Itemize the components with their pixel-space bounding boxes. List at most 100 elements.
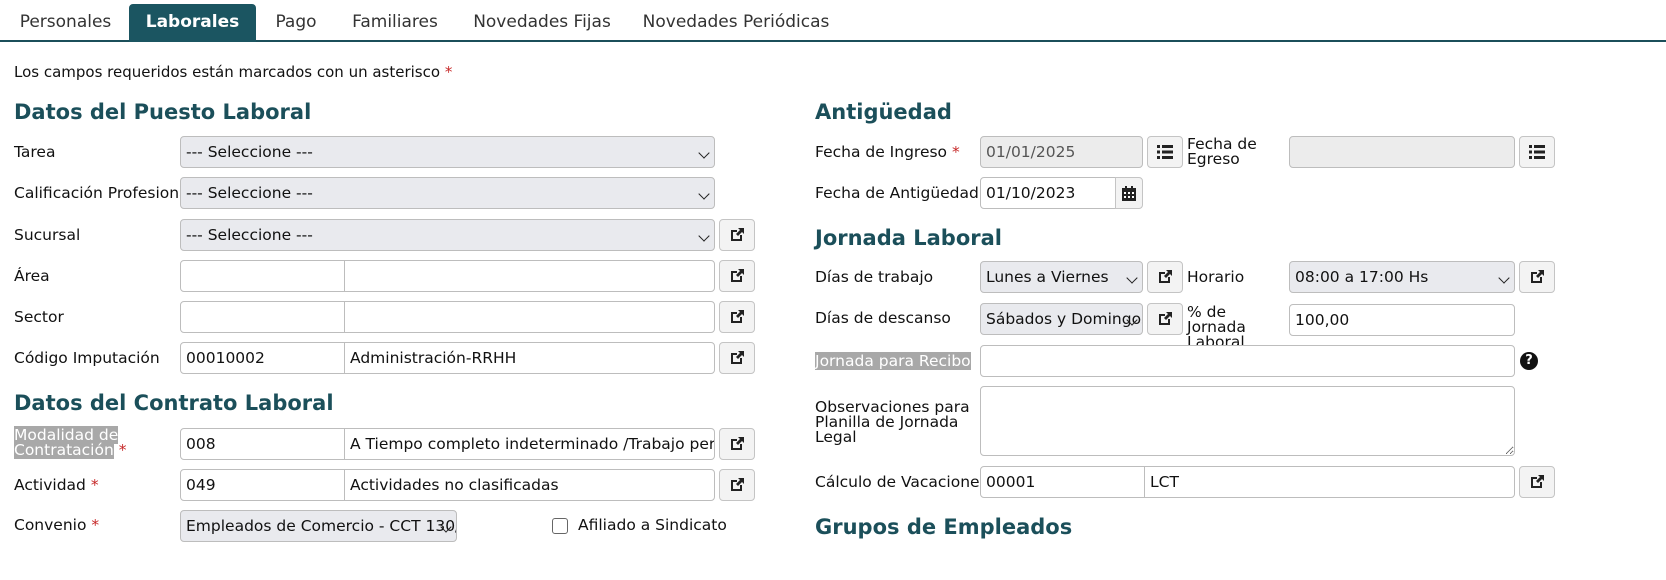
- external-link-icon: [731, 351, 744, 364]
- dias-trabajo-select-value: Lunes a Viernes: [986, 268, 1109, 286]
- tarea-label: Tarea: [14, 143, 56, 161]
- modalidad-label: Modalidad de Contratación *: [14, 426, 174, 459]
- required-asterisk: *: [91, 516, 100, 534]
- list-icon: [1157, 145, 1173, 159]
- external-link-icon: [1159, 312, 1172, 325]
- recibo-label-text: Jornada para Recibo: [815, 352, 971, 370]
- required-asterisk: *: [444, 63, 453, 81]
- external-link-icon: [731, 228, 744, 241]
- porcentaje-label: % de Jornada Laboral: [1187, 303, 1246, 351]
- required-asterisk: *: [951, 143, 960, 161]
- required-note-text: Los campos requeridos están marcados con…: [14, 63, 441, 81]
- area-code-input[interactable]: [180, 260, 345, 292]
- chevron-down-icon: [698, 188, 710, 200]
- tab-pago[interactable]: Pago: [262, 4, 330, 42]
- fecha-antiguedad-calendar-button[interactable]: [1115, 177, 1143, 209]
- sucursal-open-button[interactable]: [719, 219, 755, 251]
- sindicato-checkbox[interactable]: [552, 518, 568, 534]
- external-link-icon: [1531, 475, 1544, 488]
- question-icon[interactable]: ?: [1520, 352, 1538, 370]
- dias-trabajo-select[interactable]: Lunes a Viernes: [980, 261, 1143, 293]
- external-link-icon: [731, 478, 744, 491]
- imputacion-open-button[interactable]: [719, 342, 755, 374]
- tarea-select-value: --- Seleccione ---: [186, 143, 313, 161]
- imputacion-label: Código Imputación: [14, 349, 160, 367]
- dias-descanso-open-button[interactable]: [1147, 303, 1183, 335]
- egreso-label: Fecha de Egreso: [1187, 135, 1257, 168]
- egreso-list-button[interactable]: [1519, 136, 1555, 168]
- observaciones-label: Observaciones para Planilla de Jornada L…: [815, 398, 970, 446]
- actividad-desc-input[interactable]: Actividades no clasificadas: [344, 469, 715, 501]
- fecha-antiguedad-label: Fecha de Antigüedad *: [815, 185, 992, 201]
- horario-select[interactable]: 08:00 a 17:00 Hs: [1289, 261, 1515, 293]
- dias-descanso-select-value: Sábados y Domingos: [986, 310, 1143, 328]
- external-link-icon: [731, 269, 744, 282]
- chevron-down-icon: [698, 147, 710, 159]
- sector-desc-input[interactable]: [344, 301, 715, 333]
- vacaciones-code-input[interactable]: 00001: [980, 466, 1145, 498]
- convenio-label: Convenio *: [14, 517, 99, 533]
- imputacion-desc-input[interactable]: Administración-RRHH: [344, 342, 715, 374]
- chevron-down-icon: [1126, 272, 1138, 284]
- area-desc-input[interactable]: [344, 260, 715, 292]
- modalidad-open-button[interactable]: [719, 428, 755, 460]
- horario-open-button[interactable]: [1519, 261, 1555, 293]
- convenio-label-text: Convenio: [14, 516, 87, 534]
- sector-code-input[interactable]: [180, 301, 345, 333]
- external-link-icon: [1159, 270, 1172, 283]
- required-asterisk: *: [118, 441, 127, 459]
- tab-laborales[interactable]: Laborales: [129, 4, 256, 42]
- vacaciones-open-button[interactable]: [1519, 466, 1555, 498]
- tab-familiares[interactable]: Familiares: [340, 4, 450, 42]
- external-link-icon: [1531, 270, 1544, 283]
- fecha-antiguedad-label-text: Fecha de Antigüedad: [815, 184, 979, 202]
- sucursal-select[interactable]: --- Seleccione ---: [180, 219, 715, 251]
- tab-novedades-periodicas[interactable]: Novedades Periódicas: [636, 4, 836, 42]
- sector-open-button[interactable]: [719, 301, 755, 333]
- required-asterisk: *: [90, 476, 99, 494]
- vacaciones-desc-input[interactable]: LCT: [1144, 466, 1515, 498]
- vacaciones-label: Cálculo de Vacaciones: [815, 473, 988, 491]
- recibo-input[interactable]: [980, 345, 1515, 377]
- tab-personales[interactable]: Personales: [8, 4, 123, 42]
- section-antiguedad-title: Antigüedad: [815, 100, 952, 124]
- area-label: Área: [14, 267, 50, 285]
- sindicato-label: Afiliado a Sindicato: [578, 516, 727, 534]
- section-contrato-title: Datos del Contrato Laboral: [14, 391, 334, 415]
- dias-trabajo-open-button[interactable]: [1147, 261, 1183, 293]
- modalidad-label-text: Modalidad de Contratación: [14, 426, 119, 459]
- horario-label: Horario: [1187, 268, 1245, 286]
- actividad-open-button[interactable]: [719, 469, 755, 501]
- sector-label: Sector: [14, 308, 64, 326]
- fecha-antiguedad-input[interactable]: 01/10/2023: [980, 177, 1116, 209]
- observaciones-textarea[interactable]: [980, 386, 1515, 456]
- list-icon: [1529, 145, 1545, 159]
- calificacion-select[interactable]: --- Seleccione ---: [180, 177, 715, 209]
- calendar-icon: [1122, 185, 1136, 201]
- dias-descanso-select[interactable]: Sábados y Domingos: [980, 303, 1143, 335]
- external-link-icon: [731, 310, 744, 323]
- area-open-button[interactable]: [719, 260, 755, 292]
- tab-novedades-fijas[interactable]: Novedades Fijas: [462, 4, 622, 42]
- modalidad-code-input[interactable]: 008: [180, 428, 345, 460]
- ingreso-label: Fecha de Ingreso *: [815, 144, 960, 160]
- tab-bar: Personales Laborales Pago Familiares Nov…: [0, 0, 1666, 42]
- dias-trabajo-label: Días de trabajo: [815, 268, 934, 286]
- chevron-down-icon: [698, 230, 710, 242]
- modalidad-desc-input[interactable]: A Tiempo completo indeterminado /Trabajo…: [344, 428, 715, 460]
- ingreso-date-input[interactable]: 01/01/2025: [980, 136, 1143, 168]
- ingreso-list-button[interactable]: [1147, 136, 1183, 168]
- section-grupos-title: Grupos de Empleados: [815, 515, 1073, 539]
- convenio-select[interactable]: Empleados de Comercio - CCT 130/75: [180, 510, 457, 542]
- egreso-date-input[interactable]: [1289, 136, 1515, 168]
- imputacion-code-input[interactable]: 00010002: [180, 342, 345, 374]
- chevron-down-icon: [1498, 272, 1510, 284]
- calificacion-select-value: --- Seleccione ---: [186, 184, 313, 202]
- external-link-icon: [731, 437, 744, 450]
- porcentaje-input[interactable]: 100,00: [1289, 304, 1515, 336]
- actividad-code-input[interactable]: 049: [180, 469, 345, 501]
- recibo-label: Jornada para Recibo: [815, 352, 971, 370]
- actividad-label-text: Actividad: [14, 476, 86, 494]
- tarea-select[interactable]: --- Seleccione ---: [180, 136, 715, 168]
- convenio-select-value: Empleados de Comercio - CCT 130/75: [186, 517, 457, 535]
